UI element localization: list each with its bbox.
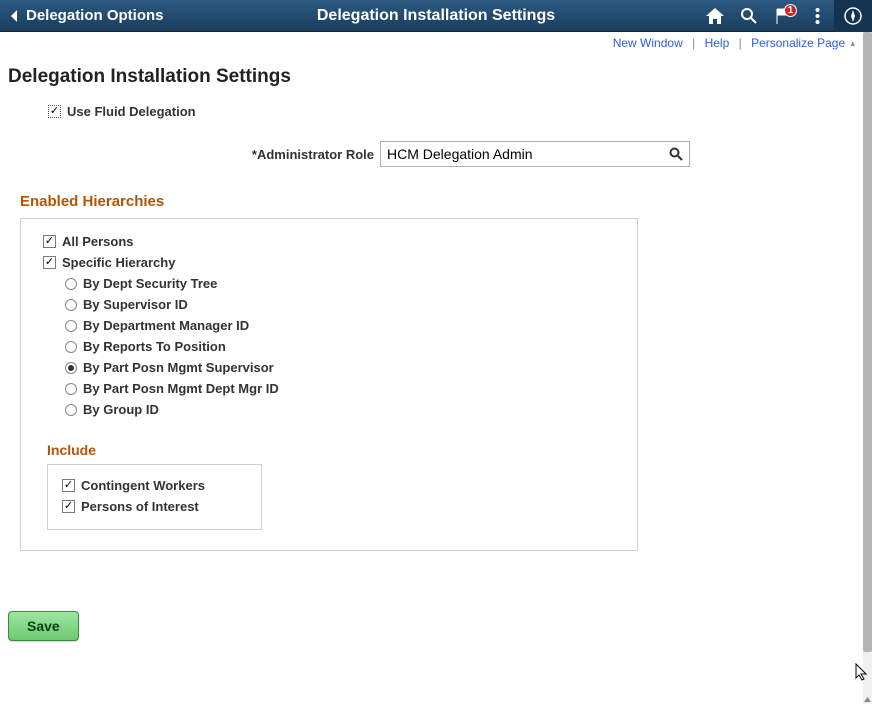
hierarchy-option-label: By Group ID (83, 402, 159, 417)
hierarchy-radio-supervisor-id[interactable] (65, 299, 77, 311)
hierarchy-option-row: By Part Posn Mgmt Dept Mgr ID (43, 378, 619, 399)
persons-of-interest-checkbox[interactable] (62, 500, 75, 513)
enabled-hierarchies-group: All Persons Specific Hierarchy By Dept S… (20, 218, 638, 551)
search-icon (669, 147, 683, 161)
administrator-role-input[interactable] (381, 143, 663, 165)
hierarchy-radio-dept-security-tree[interactable] (65, 278, 77, 290)
scrollbar-down-arrow[interactable] (863, 694, 872, 704)
hierarchy-radio-group-id[interactable] (65, 404, 77, 416)
personalize-page-link[interactable]: Personalize Page (751, 36, 845, 50)
hierarchy-option-row: By Supervisor ID (43, 294, 619, 315)
hierarchy-option-label: By Supervisor ID (83, 297, 188, 312)
all-persons-label: All Persons (62, 234, 134, 249)
hierarchy-option-label: By Part Posn Mgmt Dept Mgr ID (83, 381, 279, 396)
all-persons-row: All Persons (43, 231, 619, 252)
separator: | (686, 36, 701, 50)
help-link[interactable]: Help (705, 36, 730, 50)
include-group: Contingent Workers Persons of Interest (47, 464, 262, 530)
hierarchy-radio-part-posn-dept-mgr[interactable] (65, 383, 77, 395)
navbar-button[interactable] (834, 0, 872, 32)
specific-hierarchy-checkbox[interactable] (43, 256, 56, 269)
new-window-link[interactable]: New Window (613, 36, 683, 50)
save-button[interactable]: Save (8, 611, 79, 641)
global-search-button[interactable] (732, 0, 766, 32)
contingent-workers-checkbox[interactable] (62, 479, 75, 492)
notification-count-badge: 1 (784, 4, 797, 17)
hierarchy-option-label: By Part Posn Mgmt Supervisor (83, 360, 274, 375)
use-fluid-delegation-label: Use Fluid Delegation (67, 104, 196, 119)
use-fluid-delegation-checkbox[interactable] (48, 105, 61, 118)
back-button[interactable] (0, 0, 20, 32)
hierarchy-option-row: By Dept Security Tree (43, 273, 619, 294)
hierarchy-option-label: By Reports To Position (83, 339, 226, 354)
include-item-label: Contingent Workers (81, 478, 205, 493)
compass-icon (843, 6, 863, 26)
scrollbar-thumb[interactable] (863, 32, 872, 652)
page-content: New Window | Help | Personalize Page ▴ D… (0, 32, 863, 704)
chevron-up-icon (864, 697, 871, 702)
include-item-row: Persons of Interest (62, 496, 249, 517)
hierarchy-option-row: By Part Posn Mgmt Supervisor (43, 357, 619, 378)
hierarchy-radio-part-posn-supervisor[interactable] (65, 362, 77, 374)
breadcrumb[interactable]: Delegation Options (20, 7, 170, 24)
hierarchy-radio-reports-to-position[interactable] (65, 341, 77, 353)
administrator-role-field: *Administrator Role (0, 123, 863, 177)
include-item-label: Persons of Interest (81, 499, 199, 514)
hierarchy-option-row: By Department Manager ID (43, 315, 619, 336)
notifications-button[interactable]: 1 (766, 0, 800, 32)
hierarchy-option-label: By Department Manager ID (83, 318, 249, 333)
specific-hierarchy-row: Specific Hierarchy (43, 252, 619, 273)
search-icon (740, 7, 758, 25)
include-item-row: Contingent Workers (62, 475, 249, 496)
scrollbar-track[interactable] (863, 32, 872, 694)
header-icon-bar: 1 (698, 0, 872, 32)
hierarchy-option-label: By Dept Security Tree (83, 276, 217, 291)
specific-hierarchy-label: Specific Hierarchy (62, 255, 175, 270)
hierarchy-option-row: By Group ID (43, 399, 619, 420)
hierarchy-radio-dept-manager-id[interactable] (65, 320, 77, 332)
separator: | (733, 36, 748, 50)
administrator-role-input-wrap (380, 141, 690, 167)
home-button[interactable] (698, 0, 732, 32)
include-title: Include (43, 420, 619, 464)
administrator-role-lookup-button[interactable] (663, 142, 689, 166)
chevron-left-icon (9, 9, 18, 23)
hierarchy-option-row: By Reports To Position (43, 336, 619, 357)
page-title: Delegation Installation Settings (0, 52, 863, 100)
app-header: Delegation Options Delegation Installati… (0, 0, 872, 32)
caret-up-icon: ▴ (848, 38, 855, 48)
all-persons-checkbox[interactable] (43, 235, 56, 248)
enabled-hierarchies-title: Enabled Hierarchies (0, 177, 863, 216)
utility-link-bar: New Window | Help | Personalize Page ▴ (0, 32, 863, 52)
administrator-role-label: *Administrator Role (0, 147, 380, 162)
vertical-dots-icon (815, 7, 820, 25)
home-icon (705, 7, 725, 25)
actions-menu-button[interactable] (800, 0, 834, 32)
use-fluid-delegation-field: Use Fluid Delegation (0, 100, 863, 123)
vertical-scrollbar[interactable] (863, 32, 872, 704)
